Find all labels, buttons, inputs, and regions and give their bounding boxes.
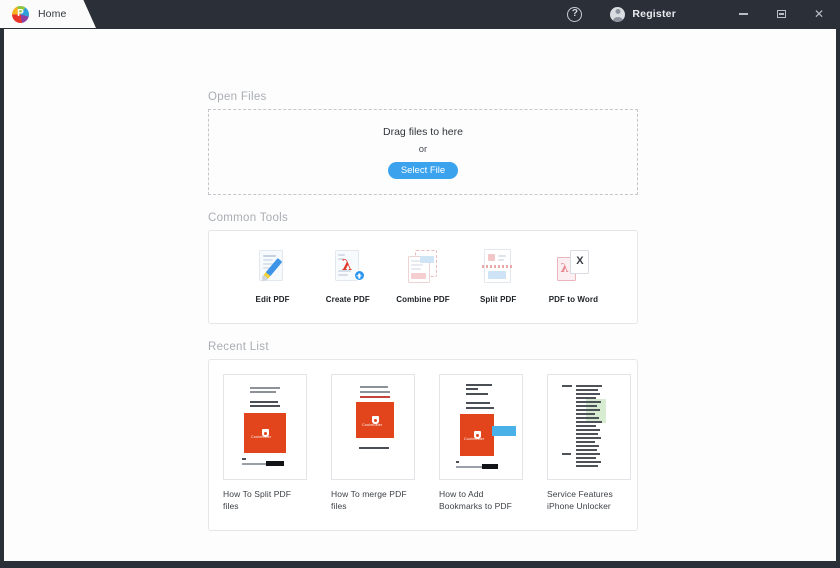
close-icon: ✕ [813, 7, 825, 21]
tool-create-pdf-label: Create PDF [325, 295, 370, 304]
tool-pdf-to-word[interactable]: λ X PDF to Word [536, 249, 611, 305]
tab-home[interactable]: Home [0, 0, 82, 28]
restore-icon [776, 10, 786, 18]
document-thumbnail-split: Coolmuster [223, 374, 307, 480]
tool-edit-pdf[interactable]: Edit PDF [235, 249, 310, 305]
title-bar: Home ? Register ✕ [0, 0, 840, 28]
open-files-title: Open Files [208, 91, 267, 103]
tool-create-pdf[interactable]: λ Create PDF [310, 249, 385, 305]
maximize-button[interactable] [768, 2, 794, 26]
tool-split-pdf-label: Split PDF [479, 295, 517, 304]
recent-list-section: Recent List Coolmuster How To Split PDF … [208, 341, 638, 531]
document-pencil-icon [256, 249, 290, 285]
tool-combine-pdf-label: Combine PDF [396, 295, 450, 304]
pdf-to-word-icon: λ X [556, 249, 590, 285]
user-avatar-icon [610, 6, 626, 22]
pdf-plus-badge-icon: λ [331, 249, 365, 285]
document-thumbnail-dense-text [547, 374, 631, 480]
list-item[interactable]: Coolmuster How To Split PDF files [223, 374, 307, 512]
window-controls: ✕ [730, 2, 840, 26]
common-tools-title: Common Tools [208, 212, 289, 224]
content-inner: Open Files Drag files to here or Select … [208, 91, 638, 531]
tool-pdf-to-word-label: PDF to Word [548, 295, 599, 304]
help-circle-icon[interactable]: ? [567, 6, 583, 22]
open-files-section: Open Files Drag files to here or Select … [208, 91, 638, 195]
tool-split-pdf[interactable]: Split PDF [461, 249, 536, 305]
common-tools-section: Common Tools Edit PDF λ Create PDF Combi… [208, 212, 638, 324]
two-pages-merge-icon [406, 249, 440, 285]
tool-combine-pdf[interactable]: Combine PDF [385, 249, 460, 305]
list-item-label: How to Add Bookmarks to PDF [439, 489, 512, 511]
or-text: or [418, 143, 428, 155]
tab-home-label: Home [38, 8, 67, 20]
pdf-app-logo-icon [12, 5, 29, 23]
list-item[interactable]: Coolmuster How To merge PDF files [331, 374, 415, 512]
close-button[interactable]: ✕ [806, 2, 832, 26]
titlebar-right-controls: ? Register ✕ [567, 0, 840, 28]
content-area: Open Files Drag files to here or Select … [3, 28, 837, 562]
common-tools-panel: Edit PDF λ Create PDF Combine PDF Split … [208, 230, 638, 324]
drag-files-text: Drag files to here [383, 125, 463, 138]
recent-list-panel: Coolmuster How To Split PDF files Coolmu… [208, 359, 638, 531]
file-dropzone[interactable]: Drag files to here or Select File [208, 109, 638, 195]
minimize-button[interactable] [730, 2, 756, 26]
tool-edit-pdf-label: Edit PDF [255, 295, 290, 304]
list-item[interactable]: Service Features iPhone Unlocker [547, 374, 631, 512]
list-item-label: Service Features iPhone Unlocker [547, 489, 613, 511]
register-label: Register [632, 8, 676, 20]
select-file-button[interactable]: Select File [388, 161, 458, 179]
recent-list-title: Recent List [208, 341, 269, 353]
document-thumbnail-bookmarks: Coolmuster [439, 374, 523, 480]
document-thumbnail-merge: Coolmuster [331, 374, 415, 480]
list-item-label: How To Split PDF files [223, 489, 292, 511]
minimize-icon [738, 13, 748, 15]
page-split-dashed-icon [481, 249, 515, 285]
list-item-label: How To merge PDF files [331, 489, 407, 511]
register-button[interactable]: Register [610, 6, 676, 22]
list-item[interactable]: Coolmuster How to Add Bookmarks to PDF [439, 374, 523, 512]
application-window: Home ? Register ✕ [0, 0, 840, 568]
